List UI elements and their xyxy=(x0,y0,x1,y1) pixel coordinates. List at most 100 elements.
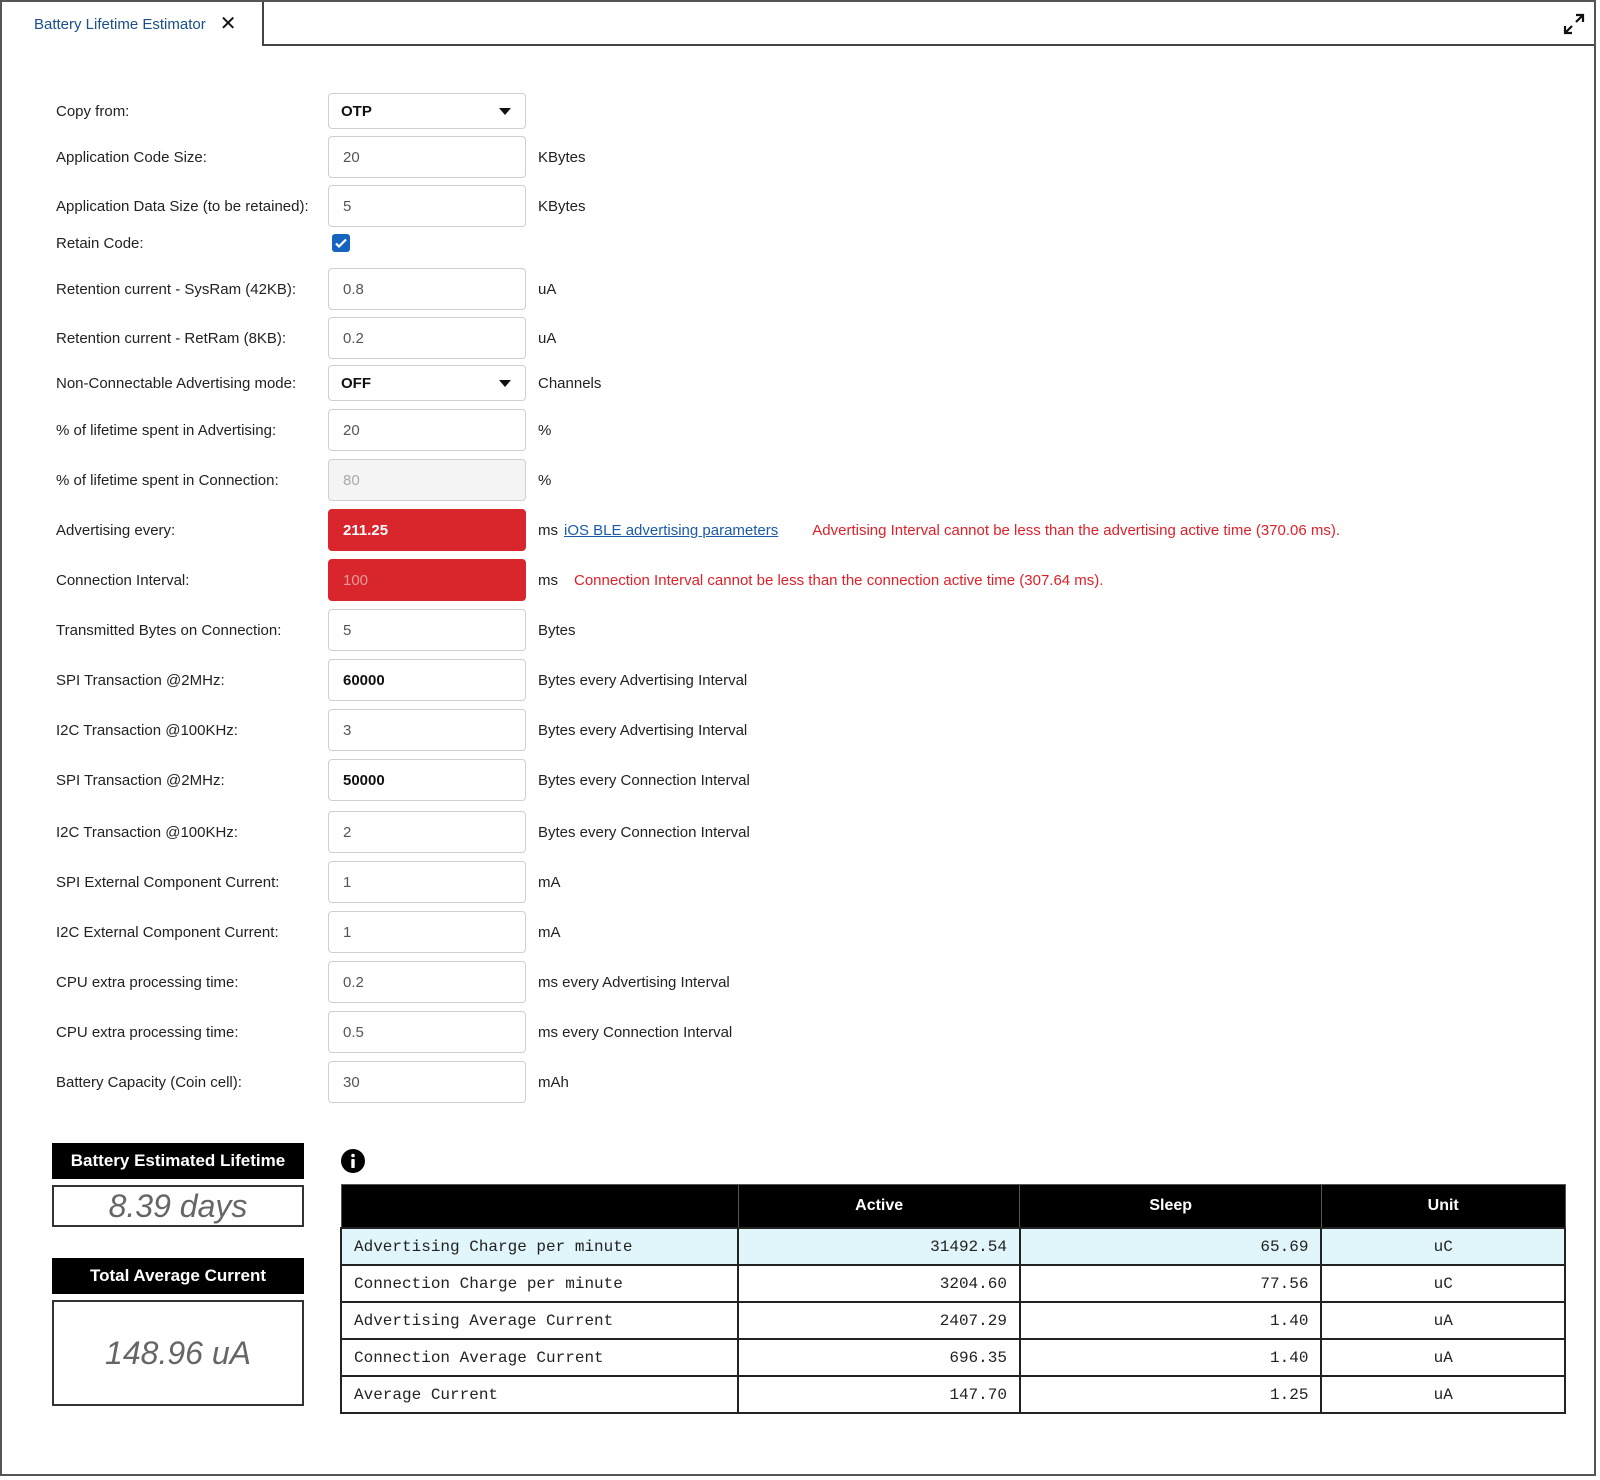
spi-conn-label: SPI Transaction @2MHz: xyxy=(56,771,225,789)
cpu-adv-label: CPU extra processing time: xyxy=(56,973,239,991)
tx-bytes-input[interactable]: 5 xyxy=(328,609,526,651)
row-name: Advertising Average Current xyxy=(339,1301,740,1340)
app-data-size-label: Application Data Size (to be retained): xyxy=(56,197,309,215)
nonconn-adv-mode-label: Non-Connectable Advertising mode: xyxy=(56,374,297,392)
table-row: Advertising Average Current 2407.29 1.40… xyxy=(339,1301,1566,1340)
spi-adv-unit: Bytes every Advertising Interval xyxy=(538,671,748,689)
row-unit: uC xyxy=(1320,1227,1566,1266)
expand-icon[interactable] xyxy=(1562,12,1586,36)
connection-interval-unit-group: ms Connection Interval cannot be less tha… xyxy=(538,572,1103,589)
battery-capacity-label: Battery Capacity (Coin cell): xyxy=(56,1073,242,1091)
app-data-size-unit: KBytes xyxy=(538,197,586,215)
spi-ext-current-input[interactable]: 1 xyxy=(328,861,526,903)
spi-ext-current-label: SPI External Component Current: xyxy=(56,873,280,891)
chevron-down-icon xyxy=(499,108,511,115)
retention-sysram-input[interactable]: 0.8 xyxy=(328,268,526,310)
spi-adv-input[interactable]: 60000 xyxy=(328,659,526,701)
i2c-conn-label: I2C Transaction @100KHz: xyxy=(56,823,238,841)
row-sleep: 65.69 xyxy=(1018,1227,1323,1266)
i2c-ext-current-unit: mA xyxy=(538,923,561,941)
pct-connection-label: % of lifetime spent in Connection: xyxy=(56,471,279,489)
retention-sysram-label: Retention current - SysRam (42KB): xyxy=(56,280,297,298)
tab-bar: Battery Lifetime Estimator ✕ xyxy=(2,2,1594,46)
header-active: Active xyxy=(737,1184,1021,1229)
lifetime-value: 8.39 days xyxy=(52,1185,304,1227)
table-row: Connection Charge per minute 3204.60 77.… xyxy=(339,1264,1566,1303)
row-active: 2407.29 xyxy=(737,1301,1021,1340)
connection-interval-unit: ms xyxy=(538,571,558,589)
table-row: Average Current 147.70 1.25 uA xyxy=(339,1375,1566,1414)
total-current-title: Total Average Current xyxy=(52,1258,304,1294)
row-unit: uA xyxy=(1320,1338,1566,1377)
row-active: 696.35 xyxy=(737,1338,1021,1377)
retention-retram-label: Retention current - RetRam (8KB): xyxy=(56,329,287,347)
check-icon xyxy=(335,238,347,249)
info-icon[interactable] xyxy=(340,1148,366,1174)
tab-title: Battery Lifetime Estimator xyxy=(34,15,206,33)
i2c-adv-unit: Bytes every Advertising Interval xyxy=(538,721,748,739)
advertising-every-label: Advertising every: xyxy=(56,521,176,539)
advertising-every-unit-group: ms iOS BLE advertising parameters Advertis… xyxy=(538,522,1340,539)
pct-connection-unit: % xyxy=(538,471,552,489)
cpu-adv-unit: ms every Advertising Interval xyxy=(538,973,730,991)
row-unit: uA xyxy=(1320,1375,1566,1414)
i2c-conn-unit: Bytes every Connection Interval xyxy=(538,823,750,841)
i2c-conn-input[interactable]: 2 xyxy=(328,811,526,853)
row-name: Advertising Charge per minute xyxy=(339,1227,740,1266)
ios-ble-advertising-link[interactable]: iOS BLE advertising parameters xyxy=(564,522,778,539)
app-code-size-unit: KBytes xyxy=(538,148,586,166)
spi-adv-label: SPI Transaction @2MHz: xyxy=(56,671,225,689)
row-active: 3204.60 xyxy=(737,1264,1021,1303)
header-unit: Unit xyxy=(1320,1184,1566,1229)
row-unit: uC xyxy=(1320,1264,1566,1303)
retention-retram-unit: uA xyxy=(538,329,557,347)
header-blank xyxy=(340,1184,739,1229)
pct-advertising-label: % of lifetime spent in Advertising: xyxy=(56,421,277,439)
spi-conn-unit: Bytes every Connection Interval xyxy=(538,771,750,789)
nonconn-adv-mode-unit: Channels xyxy=(538,374,602,392)
i2c-adv-input[interactable]: 3 xyxy=(328,709,526,751)
cpu-conn-input[interactable]: 0.5 xyxy=(328,1011,526,1053)
nonconn-adv-mode-value: OFF xyxy=(341,374,371,392)
row-name: Connection Average Current xyxy=(339,1338,740,1377)
i2c-ext-current-input[interactable]: 1 xyxy=(328,911,526,953)
close-icon[interactable]: ✕ xyxy=(220,14,237,34)
tab-battery-lifetime-estimator[interactable]: Battery Lifetime Estimator ✕ xyxy=(2,2,264,46)
battery-capacity-input[interactable]: 30 xyxy=(328,1061,526,1103)
app-code-size-input[interactable]: 20 xyxy=(328,136,526,178)
chevron-down-icon xyxy=(499,380,511,387)
pct-advertising-unit: % xyxy=(538,421,552,439)
row-name: Average Current xyxy=(339,1375,740,1414)
spi-ext-current-unit: mA xyxy=(538,873,561,891)
app-data-size-input[interactable]: 5 xyxy=(328,185,526,227)
cpu-adv-input[interactable]: 0.2 xyxy=(328,961,526,1003)
pct-advertising-input[interactable]: 20 xyxy=(328,409,526,451)
advertising-every-unit: ms xyxy=(538,521,558,539)
row-sleep: 1.40 xyxy=(1018,1301,1323,1340)
nonconn-adv-mode-select[interactable]: OFF xyxy=(328,365,526,401)
header-sleep: Sleep xyxy=(1019,1184,1322,1229)
row-active: 31492.54 xyxy=(737,1227,1021,1266)
cpu-conn-unit: ms every Connection Interval xyxy=(538,1023,733,1041)
connection-interval-input[interactable]: 100 xyxy=(328,559,526,601)
table-row: Connection Average Current 696.35 1.40 u… xyxy=(339,1338,1566,1377)
row-sleep: 1.40 xyxy=(1018,1338,1323,1377)
advertising-every-input[interactable]: 211.25 xyxy=(328,509,526,551)
pct-connection-input: 80 xyxy=(328,459,526,501)
copy-from-label: Copy from: xyxy=(56,102,130,120)
lifetime-title: Battery Estimated Lifetime xyxy=(52,1143,304,1179)
retention-retram-input[interactable]: 0.2 xyxy=(328,317,526,359)
row-unit: uA xyxy=(1320,1301,1566,1340)
retention-sysram-unit: uA xyxy=(538,280,557,298)
copy-from-select[interactable]: OTP xyxy=(328,93,526,129)
spi-conn-input[interactable]: 50000 xyxy=(328,759,526,801)
connection-interval-label: Connection Interval: xyxy=(56,571,190,589)
total-current-value: 148.96 uA xyxy=(52,1300,304,1406)
results-table: Active Sleep Unit Advertising Charge per… xyxy=(339,1184,1566,1414)
app-code-size-label: Application Code Size: xyxy=(56,148,207,166)
i2c-adv-label: I2C Transaction @100KHz: xyxy=(56,721,238,739)
retain-code-checkbox[interactable] xyxy=(332,234,350,252)
cpu-conn-label: CPU extra processing time: xyxy=(56,1023,239,1041)
row-sleep: 1.25 xyxy=(1018,1375,1323,1414)
tx-bytes-unit: Bytes xyxy=(538,621,576,639)
